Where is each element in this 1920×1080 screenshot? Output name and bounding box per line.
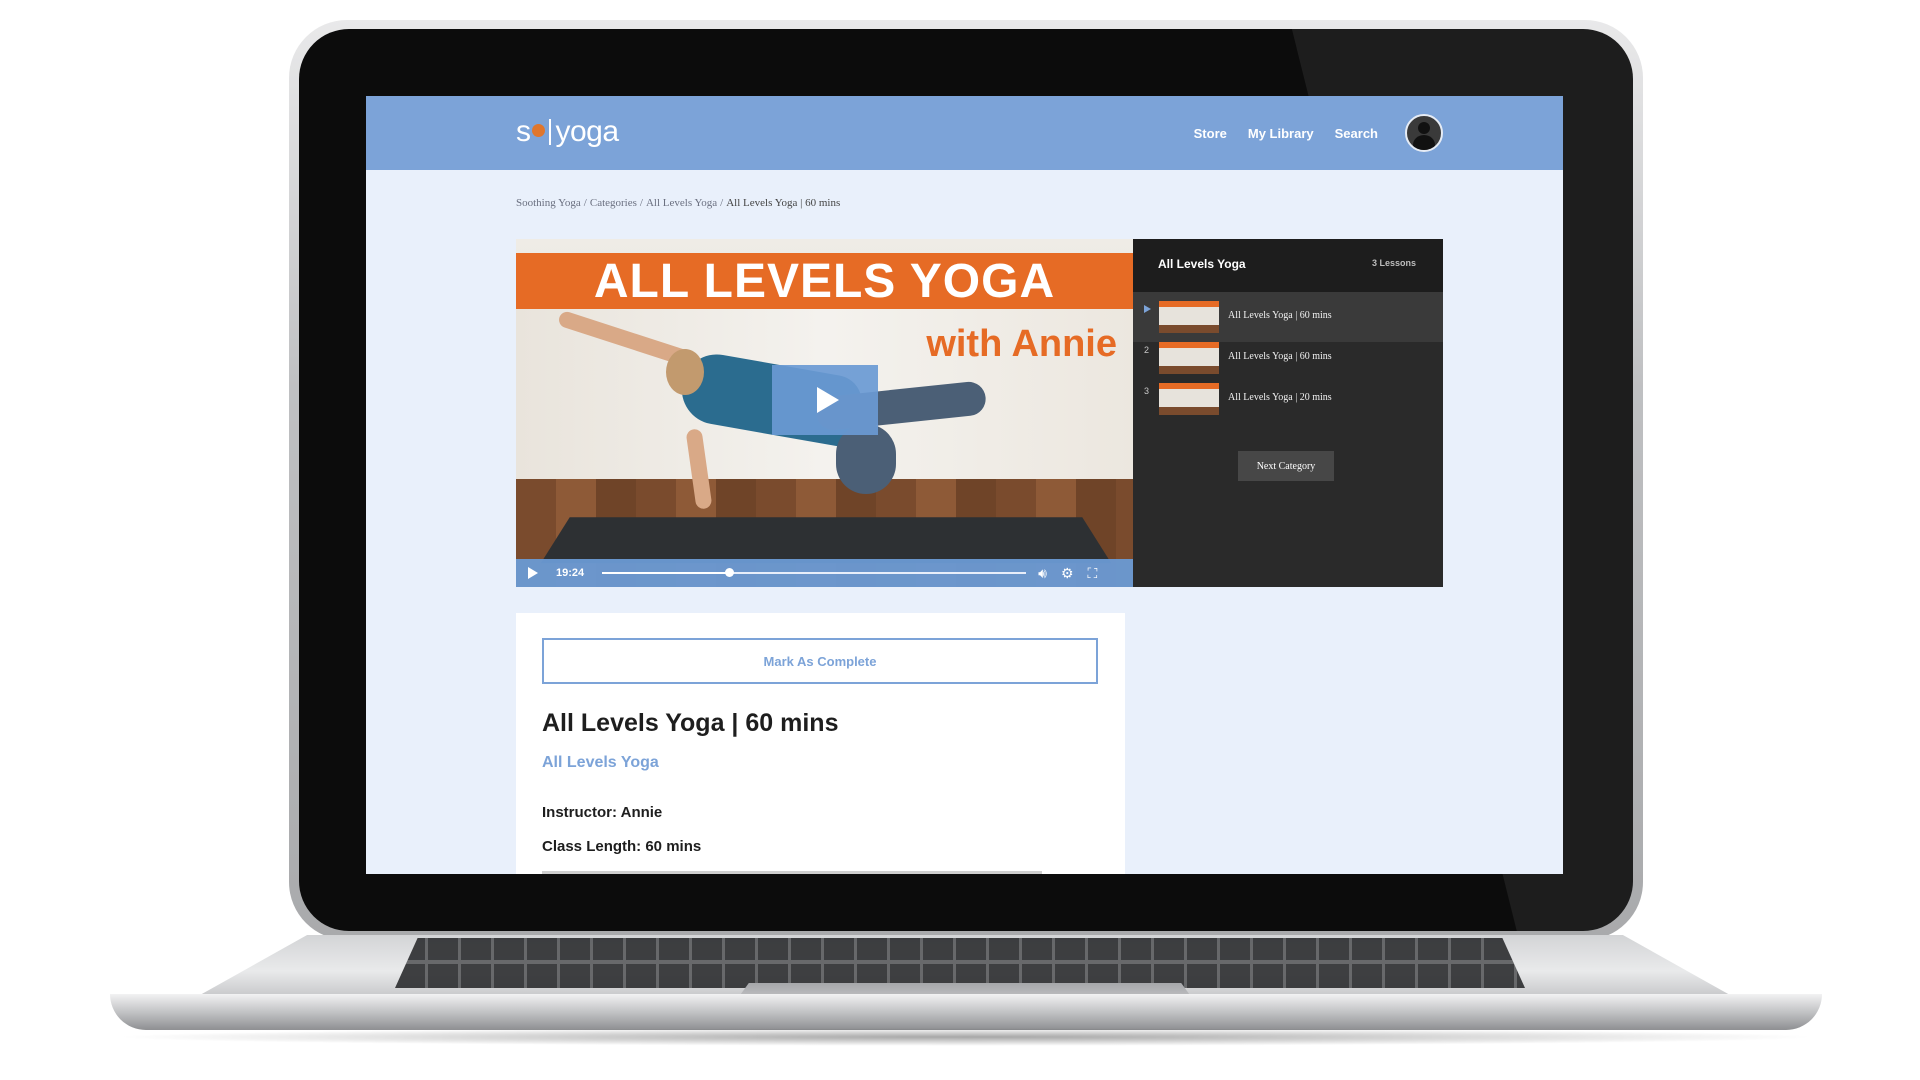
settings-gear-icon[interactable]: ⚙︎ <box>1061 566 1074 580</box>
laptop-keyboard <box>395 938 1525 988</box>
lesson-playlist: All Levels Yoga 3 Lessons All Levels Yog… <box>1133 239 1443 587</box>
playlist-header: All Levels Yoga 3 Lessons <box>1133 239 1443 292</box>
breadcrumb-separator: / <box>639 197 643 209</box>
breadcrumb-item[interactable]: Soothing Yoga <box>516 197 581 209</box>
progress-knob[interactable] <box>725 568 735 577</box>
screen: s l yoga Store My Library Search Soothin… <box>366 96 1563 874</box>
fullscreen-icon[interactable]: ⛶ <box>1088 566 1098 580</box>
video-title: ALL LEVELS YOGA <box>593 254 1056 308</box>
lesson-thumbnail <box>1159 342 1219 374</box>
volume-icon[interactable]: 🔊︎ <box>1038 566 1047 580</box>
now-playing-arrow-icon <box>1144 305 1151 313</box>
breadcrumb-item[interactable]: All Levels Yoga <box>646 197 717 209</box>
lesson-thumbnail <box>1159 383 1219 415</box>
nav-search[interactable]: Search <box>1335 126 1378 141</box>
sun-icon <box>531 123 545 137</box>
logo-yoga: yoga <box>555 115 620 148</box>
laptop-base-front <box>110 994 1822 1030</box>
playlist-item-number: 3 <box>1144 386 1150 396</box>
lesson-instructor: Instructor: Annie <box>542 804 663 821</box>
lesson-info-card: Mark As Complete All Levels Yoga | 60 mi… <box>516 613 1125 874</box>
sol-yoga-logo[interactable]: s l yoga <box>516 112 619 152</box>
top-navbar: s l yoga Store My Library Search <box>366 96 1563 170</box>
playlist-item-number: 2 <box>1144 345 1150 355</box>
next-category-button[interactable]: Next Category <box>1238 451 1334 481</box>
lesson-title: All Levels Yoga | 60 mins <box>542 709 839 737</box>
breadcrumb-separator: / <box>720 197 724 209</box>
progress-fill <box>602 572 730 574</box>
lesson-description-cutoff <box>542 871 1042 874</box>
playlist-item-label: All Levels Yoga | 60 mins <box>1228 351 1332 362</box>
playlist-item[interactable]: 3 All Levels Yoga | 20 mins <box>1133 374 1443 424</box>
video-subtitle: with Annie <box>926 323 1117 365</box>
logo-sol: s l <box>516 115 556 149</box>
video-time: 19:24 <box>556 567 585 579</box>
user-avatar[interactable] <box>1405 114 1443 152</box>
breadcrumb-item[interactable]: Categories <box>590 197 637 209</box>
video-controls: 19:24 🔊︎ ⚙︎ ⛶ <box>516 559 1133 587</box>
nav-my-library[interactable]: My Library <box>1248 126 1314 141</box>
lesson-thumbnail <box>1159 301 1219 333</box>
logo-divider <box>548 119 551 145</box>
play-icon-button[interactable] <box>528 567 538 579</box>
play-icon <box>816 387 839 413</box>
breadcrumb-separator: / <box>583 197 587 209</box>
breadcrumb-current: All Levels Yoga | 60 mins <box>726 197 841 209</box>
yoga-mat <box>540 517 1112 564</box>
mark-complete-button[interactable]: Mark As Complete <box>542 638 1098 684</box>
lesson-category-link[interactable]: All Levels Yoga <box>542 754 659 772</box>
instructor-head <box>666 349 704 395</box>
playlist-count: 3 Lessons <box>1371 258 1416 268</box>
playlist-item-label: All Levels Yoga | 20 mins <box>1228 392 1332 403</box>
video-player[interactable]: ALL LEVELS YOGA with Annie 19:24 🔊︎ ⚙︎ ⛶ <box>516 239 1133 587</box>
video-title-banner: ALL LEVELS YOGA <box>516 253 1133 309</box>
logo-letter-s: s <box>516 115 531 148</box>
playlist-item-label: All Levels Yoga | 60 mins <box>1228 310 1332 321</box>
laptop-shadow <box>110 1028 1822 1046</box>
playlist-title: All Levels Yoga <box>1158 257 1246 271</box>
big-play-button[interactable] <box>772 365 878 435</box>
main-nav: Store My Library Search <box>1194 96 1443 170</box>
lesson-length: Class Length: 60 mins <box>542 838 702 855</box>
video-progress-bar[interactable] <box>602 568 1027 577</box>
nav-store[interactable]: Store <box>1194 126 1227 141</box>
breadcrumb: Soothing Yoga / Categories / All Levels Yoga… <box>516 197 840 209</box>
